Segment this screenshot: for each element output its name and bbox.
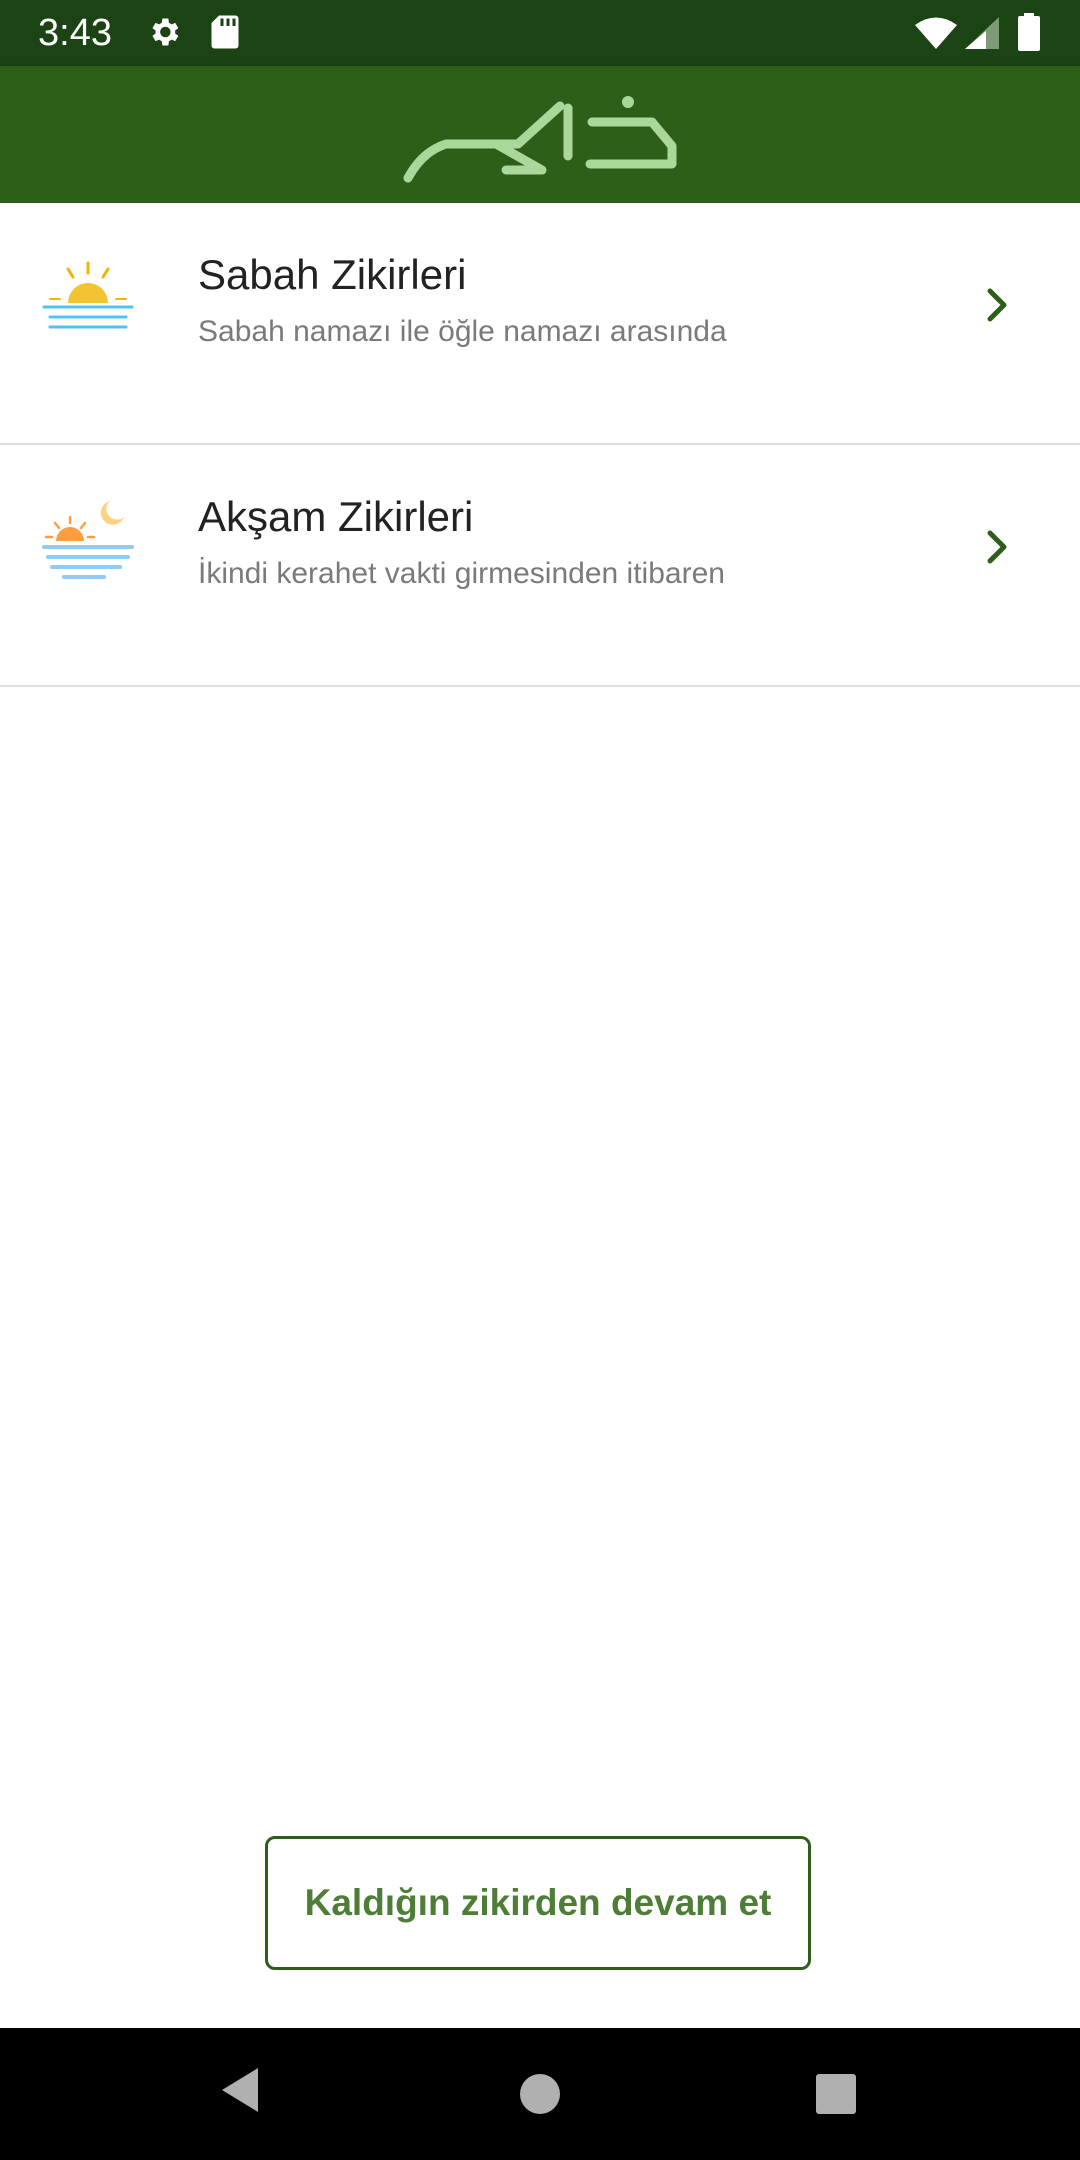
recents-icon[interactable]	[814, 2072, 858, 2121]
list-item-sabah-zikirleri[interactable]: Sabah Zikirleri Sabah namazı ile öğle na…	[0, 203, 1080, 445]
home-icon[interactable]	[516, 2070, 564, 2123]
list-item-aksam-zikirleri[interactable]: Akşam Zikirleri İkindi kerahet vakti gir…	[0, 445, 1080, 687]
app-bar	[0, 66, 1080, 203]
item-title: Akşam Zikirleri	[198, 493, 474, 540]
continue-zikir-button[interactable]: Kaldığın zikirden devam et	[265, 1836, 811, 1970]
sunset-moon-icon	[38, 497, 138, 592]
gear-icon	[146, 14, 182, 55]
status-bar: 3:43	[0, 0, 1080, 66]
chevron-right-icon	[982, 527, 1012, 572]
sd-card-icon	[210, 14, 240, 55]
battery-icon	[1018, 13, 1040, 56]
back-icon[interactable]	[216, 2058, 264, 2127]
navigation-bar	[0, 2028, 1080, 2160]
chevron-right-icon	[982, 285, 1012, 330]
sunrise-icon	[38, 255, 138, 350]
wifi-icon	[914, 16, 958, 55]
item-title: Sabah Zikirleri	[198, 251, 467, 298]
item-subtitle: Sabah namazı ile öğle namazı arasında	[198, 315, 727, 348]
signal-icon	[964, 16, 1000, 55]
item-subtitle: İkindi kerahet vakti girmesinden itibare…	[198, 557, 725, 590]
app-logo	[400, 86, 680, 191]
status-time: 3:43	[38, 12, 112, 54]
